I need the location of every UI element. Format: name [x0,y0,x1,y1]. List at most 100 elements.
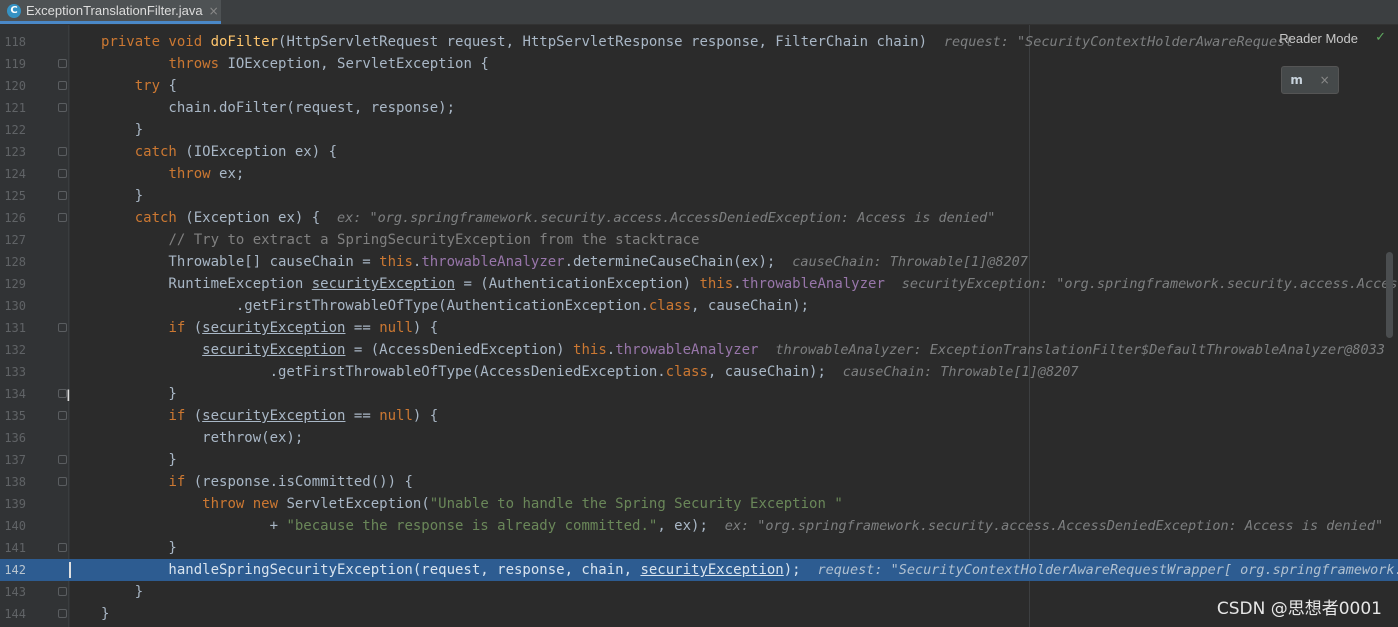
line-number[interactable]: 118 [0,31,26,53]
code-line[interactable]: 132 securityException = (AccessDeniedExc… [0,339,1398,361]
fold-marker-icon[interactable] [58,191,67,200]
code-line[interactable]: 144} [0,603,1398,625]
line-number[interactable]: 125 [0,185,26,207]
code-token: ServletException( [286,496,430,512]
line-number[interactable]: 138 [0,471,26,493]
code-line[interactable]: 137 } [0,449,1398,471]
line-number[interactable]: 120 [0,75,26,97]
file-tab[interactable]: C ExceptionTranslationFilter.java × [0,0,221,24]
code-token: } [101,584,144,600]
check-icon[interactable]: ✓ [1375,30,1386,45]
fold-marker-icon[interactable] [58,59,67,68]
fold-marker-icon[interactable] [58,609,67,618]
fold-marker-icon[interactable] [58,213,67,222]
code-line[interactable]: 120 try { [0,75,1398,97]
code-text: } [101,383,176,405]
fold-marker-icon[interactable] [58,147,67,156]
code-token: throw new [202,496,287,512]
code-token: throwableAnalyzer [741,276,885,292]
close-icon[interactable]: × [1320,73,1330,87]
fold-marker-icon[interactable] [58,411,67,420]
code-line[interactable]: 128 Throwable[] causeChain = this.throwa… [0,251,1398,273]
line-number[interactable]: 143 [0,581,26,603]
fold-marker-icon[interactable] [58,543,67,552]
line-number[interactable]: 119 [0,53,26,75]
code-token: (Exception ex) { [185,210,338,226]
code-token: "because the response is already committ… [286,518,658,534]
code-text: catch (Exception ex) { ex: "org.springfr… [101,207,996,229]
plugin-logo-icon[interactable]: m [1290,73,1303,87]
plugin-popup[interactable]: m × [1281,66,1339,94]
code-token: throwableAnalyzer [421,254,565,270]
code-token: } [101,606,110,622]
line-number[interactable]: 121 [0,97,26,119]
line-number[interactable]: 133 [0,361,26,383]
code-line[interactable]: 135 if (securityException == null) { [0,405,1398,427]
code-line[interactable]: 119 throws IOException, ServletException… [0,53,1398,75]
code-token: } [101,122,144,138]
code-line[interactable]: 118 private void doFilter(HttpServletRequ… [0,31,1398,53]
code-line[interactable]: 125 } [0,185,1398,207]
code-line[interactable]: 130 .getFirstThrowableOfType(Authenticat… [0,295,1398,317]
reader-mode-button[interactable]: Reader Mode [1279,31,1358,46]
close-tab-icon[interactable]: × [209,4,219,18]
line-number[interactable]: 139 [0,493,26,515]
code-line[interactable]: 129 RuntimeException securityException =… [0,273,1398,295]
code-line[interactable]: 138 if (response.isCommitted()) { [0,471,1398,493]
line-number[interactable]: 141 [0,537,26,559]
line-number[interactable]: 134 [0,383,26,405]
line-number[interactable]: 130 [0,295,26,317]
code-line[interactable]: 133 .getFirstThrowableOfType(AccessDenie… [0,361,1398,383]
line-number[interactable]: 126 [0,207,26,229]
fold-marker-icon[interactable] [58,81,67,90]
line-number[interactable]: 140 [0,515,26,537]
inline-debug-value: causeChain: Throwable[1]@8207 [842,364,1079,380]
fold-marker-icon[interactable] [58,323,67,332]
code-line[interactable]: 136 rethrow(ex); [0,427,1398,449]
line-number[interactable]: 129 [0,273,26,295]
code-line[interactable]: 142 handleSpringSecurityException(reques… [0,559,1398,581]
line-number[interactable]: 128 [0,251,26,273]
code-line[interactable]: 123 catch (IOException ex) { [0,141,1398,163]
code-line[interactable]: 122 } [0,119,1398,141]
code-text: if (response.isCommitted()) { [101,471,412,493]
code-line[interactable]: 121 chain.doFilter(request, response); [0,97,1398,119]
vertical-scrollbar[interactable] [1386,252,1393,338]
line-number[interactable]: 127 [0,229,26,251]
code-line[interactable]: 139 throw new ServletException("Unable t… [0,493,1398,515]
code-token: private void [101,34,211,50]
code-line[interactable]: 126 catch (Exception ex) { ex: "org.spri… [0,207,1398,229]
fold-marker-icon[interactable] [58,477,67,486]
line-number[interactable]: 135 [0,405,26,427]
line-number[interactable]: 136 [0,427,26,449]
code-token: = (AccessDeniedException) [345,342,574,358]
inline-debug-value: throwableAnalyzer: ExceptionTranslationF… [775,342,1385,358]
fold-marker-icon[interactable] [58,455,67,464]
fold-marker-icon[interactable] [58,169,67,178]
code-line[interactable]: 124 throw ex; [0,163,1398,185]
code-line[interactable]: 134 } [0,383,1398,405]
line-number[interactable]: 144 [0,603,26,625]
fold-marker-icon[interactable] [58,587,67,596]
fold-marker-icon[interactable] [58,103,67,112]
code-line[interactable]: 131 if (securityException == null) { [0,317,1398,339]
code-line[interactable]: 127 // Try to extract a SpringSecurityEx… [0,229,1398,251]
line-number[interactable]: 124 [0,163,26,185]
line-number[interactable]: 142 [0,559,26,581]
line-number[interactable]: 137 [0,449,26,471]
code-line[interactable]: 141 } [0,537,1398,559]
code-text: throws IOException, ServletException { [101,53,488,75]
code-token: this [379,254,413,270]
line-number[interactable]: 122 [0,119,26,141]
code-line[interactable]: 140 + "because the response is already c… [0,515,1398,537]
line-number[interactable]: 131 [0,317,26,339]
line-number[interactable]: 132 [0,339,26,361]
line-number[interactable]: 123 [0,141,26,163]
code-token: = (AuthenticationException) [455,276,700,292]
code-token: // Try to extract a SpringSecurityExcept… [168,232,700,248]
code-line[interactable]: 143 } [0,581,1398,603]
code-text: .getFirstThrowableOfType(AuthenticationE… [101,295,809,317]
